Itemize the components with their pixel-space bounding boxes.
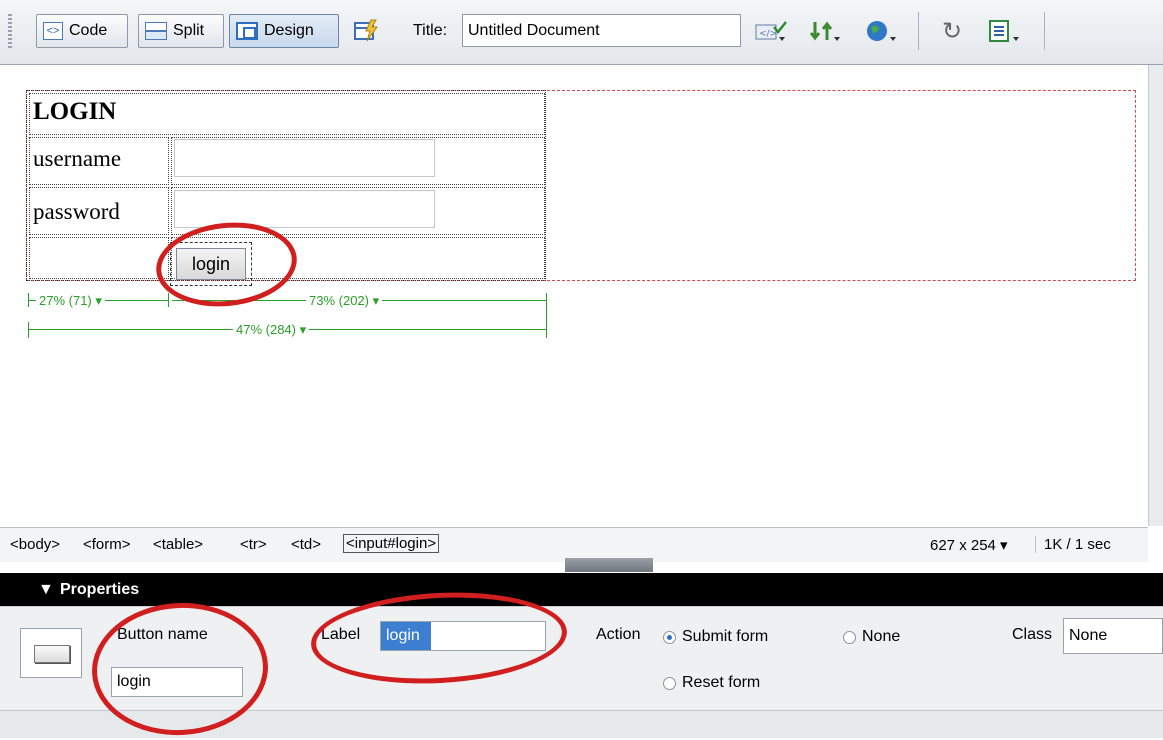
title-label: Title: (413, 22, 448, 39)
column1-width-label[interactable]: 27% (71) ▾ (36, 293, 105, 309)
password-field[interactable] (174, 190, 435, 228)
code-view-button[interactable]: <> Code (36, 14, 128, 48)
validate-markup-icon[interactable]: </> (752, 14, 792, 48)
download-time: 1K / 1 sec (1035, 536, 1111, 553)
window-size-selector[interactable]: 627 x 254 ▾ (930, 536, 1008, 554)
document-title-input[interactable] (462, 14, 741, 47)
code-icon: <> (43, 22, 63, 40)
properties-panel-header[interactable]: ▼ Properties (0, 573, 1163, 606)
file-management-icon[interactable] (805, 14, 845, 48)
tag-td[interactable]: <td> (291, 536, 321, 553)
tag-form[interactable]: <form> (83, 536, 131, 553)
submit-form-radio[interactable]: Submit form (663, 628, 768, 646)
table-width-label[interactable]: 47% (284) ▾ (233, 322, 310, 338)
table-width-tick (28, 322, 29, 338)
column2-width-label[interactable]: 73% (202) ▾ (306, 293, 383, 309)
refresh-icon[interactable]: ↻ (937, 14, 967, 48)
reset-form-label: Reset form (682, 674, 761, 691)
vertical-scrollbar[interactable] (1148, 65, 1163, 526)
username-field[interactable] (174, 139, 435, 177)
tag-selector-bar: <body> <form> <table> <tr> <td> <input#l… (0, 527, 1148, 562)
column-width-tick (168, 293, 169, 307)
split-icon (145, 22, 167, 40)
tag-table[interactable]: <table> (153, 536, 203, 553)
radio-selected-icon (663, 630, 676, 644)
tag-tr[interactable]: <tr> (240, 536, 267, 553)
code-view-label: Code (69, 22, 108, 39)
design-view-label: Design (264, 22, 314, 39)
panel-resize-handle[interactable] (565, 558, 653, 572)
svg-text:</>: </> (759, 29, 777, 39)
toolbar-separator (918, 12, 919, 50)
none-label: None (862, 628, 901, 645)
table-cell[interactable] (29, 237, 169, 279)
radio-unselected-icon (843, 630, 856, 644)
column-width-tick (28, 293, 29, 307)
table-width-tick (546, 293, 547, 338)
live-view-icon[interactable] (350, 14, 382, 48)
toolbar-separator (1044, 12, 1045, 50)
none-radio[interactable]: None (843, 628, 900, 646)
tag-body[interactable]: <body> (10, 536, 60, 553)
action-label: Action (596, 626, 641, 643)
design-icon (236, 22, 258, 40)
toolbar-grip[interactable] (8, 14, 12, 48)
radio-unselected-icon (663, 676, 676, 690)
view-options-icon[interactable] (985, 14, 1029, 48)
split-view-label: Split (173, 22, 205, 39)
username-label: username (33, 146, 122, 171)
split-view-button[interactable]: Split (138, 14, 224, 48)
reset-form-radio[interactable]: Reset form (663, 674, 760, 692)
collapse-arrow-icon: ▼ (38, 581, 54, 598)
tag-input-login[interactable]: <input#login> (343, 534, 440, 553)
preview-browser-icon[interactable] (862, 14, 902, 48)
properties-title: Properties (60, 581, 140, 598)
design-view-button[interactable]: Design (229, 14, 339, 48)
button-element-icon (20, 628, 82, 678)
login-heading: LOGIN (33, 98, 117, 125)
submit-form-label: Submit form (682, 628, 769, 645)
class-select[interactable]: None (1063, 618, 1163, 654)
password-label: password (33, 199, 120, 224)
class-label: Class (1012, 626, 1053, 643)
